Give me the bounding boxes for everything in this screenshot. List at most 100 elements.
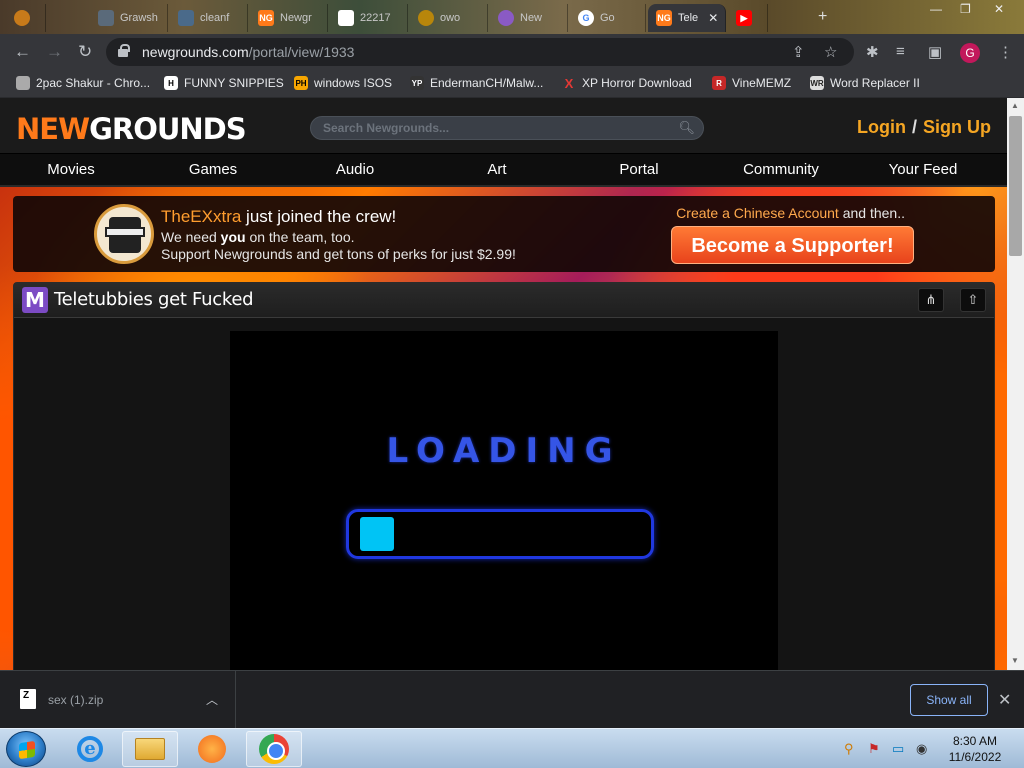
scroll-thumb[interactable] — [1009, 116, 1022, 256]
profile-avatar[interactable]: G — [960, 43, 980, 63]
search-tray-icon[interactable]: ⚲ — [844, 741, 854, 757]
loading-text: LOADING — [386, 431, 622, 471]
tab-5[interactable]: owo — [410, 4, 488, 32]
tab-0[interactable] — [6, 4, 46, 32]
scroll-up-icon[interactable]: ▲ — [1011, 101, 1019, 110]
tab-label: owo — [440, 12, 461, 24]
upload-icon[interactable]: ⇧ — [960, 288, 986, 312]
tab-label: Grawsh — [120, 12, 158, 24]
url-text: newgrounds.com/portal/view/1933 — [142, 44, 355, 60]
loading-progress-fill — [360, 517, 394, 551]
create-account-link[interactable]: Create a Chinese Account — [676, 205, 839, 221]
bookmark-item[interactable]: 2pac Shakur - Chro... — [16, 76, 150, 90]
close-window-icon[interactable]: ✕ — [994, 2, 1004, 16]
tab-2[interactable]: cleanf — [170, 4, 248, 32]
lock-icon — [118, 44, 130, 57]
new-tab-icon[interactable]: + — [818, 8, 827, 26]
bookmark-item[interactable]: YP EndermanCH/Malw... — [410, 76, 543, 90]
bookmark-item[interactable]: X XP Horror Download — [562, 76, 692, 91]
tab-7[interactable]: G Go — [570, 4, 646, 32]
bookmark-item[interactable]: WR Word Replacer II — [810, 76, 920, 90]
promo-username[interactable]: TheEXxtra — [161, 207, 241, 226]
login-link[interactable]: Login — [857, 117, 906, 138]
h-icon: H — [164, 76, 178, 90]
promo-line-1: We need you on the team, too. — [161, 229, 355, 245]
bookmark-item[interactable]: H FUNNY SNIPPIES — [164, 76, 284, 90]
share-icon[interactable]: ⋔ — [918, 288, 944, 312]
nav-movies[interactable]: Movies — [0, 154, 142, 185]
tab-label: cleanf — [200, 12, 230, 24]
system-clock[interactable]: 8:30 AM 11/6/2022 — [940, 733, 1010, 765]
tab-9[interactable]: ▶ — [728, 4, 768, 32]
signup-link[interactable]: Sign Up — [923, 117, 991, 138]
flag-tray-icon[interactable]: ⚑ — [868, 741, 880, 757]
show-all-button[interactable]: Show all — [910, 684, 988, 716]
youtube-icon: ▶ — [736, 10, 752, 26]
search-icon[interactable]: 🔍︎ — [678, 120, 695, 136]
taskbar-chrome[interactable] — [246, 731, 302, 767]
tab-1[interactable]: Grawsh — [90, 4, 168, 32]
folder-icon — [135, 738, 165, 760]
minimize-icon[interactable]: — — [930, 2, 942, 16]
clock-time: 8:30 AM — [952, 734, 998, 748]
taskbar-internet-explorer[interactable]: e — [62, 731, 118, 767]
back-icon[interactable]: ← — [14, 42, 31, 62]
chrome-profile-icon — [14, 10, 30, 26]
reading-list-icon[interactable]: ≡ — [896, 43, 905, 60]
network-tray-icon[interactable]: ▭ — [892, 741, 904, 757]
close-icon[interactable]: ✕ — [998, 690, 1011, 710]
taskbar-uc-browser[interactable] — [184, 731, 240, 767]
bookmark-label: windows ISOS — [314, 76, 393, 90]
site-search-input[interactable]: Search Newgrounds... 🔍︎ — [310, 116, 704, 140]
nav-audio[interactable]: Audio — [284, 154, 426, 185]
nav-art[interactable]: Art — [426, 154, 568, 185]
nav-games[interactable]: Games — [142, 154, 284, 185]
side-panel-icon[interactable]: ▣ — [928, 43, 942, 61]
tab-6[interactable]: New — [490, 4, 568, 32]
reload-icon[interactable]: ↻ — [78, 42, 92, 62]
volume-tray-icon[interactable]: ◉ — [916, 741, 927, 757]
chrome-icon — [259, 734, 289, 764]
chevron-up-icon[interactable]: ︿ — [206, 691, 218, 708]
nav-community[interactable]: Community — [710, 154, 852, 185]
newgrounds-logo[interactable]: NEWGROUNDS — [16, 112, 247, 146]
r-icon: R — [712, 76, 726, 90]
google-icon: G — [578, 10, 594, 26]
page-scrollbar[interactable]: ▲ ▼ — [1007, 98, 1024, 670]
taskbar-file-explorer[interactable] — [122, 731, 178, 767]
close-tab-icon[interactable]: ✕ — [708, 11, 718, 25]
supporter-promo-banner: TheEXxtra just joined the crew! We need … — [13, 196, 995, 272]
extensions-icon[interactable]: ✱ — [866, 43, 879, 61]
become-supporter-button[interactable]: Become a Supporter! — [671, 226, 914, 264]
tab-label: Newgr — [280, 12, 312, 24]
movie-type-icon: M — [22, 287, 48, 313]
clock-date: 11/6/2022 — [948, 750, 1002, 764]
restore-icon[interactable]: ❐ — [960, 2, 971, 16]
forward-icon[interactable]: → — [46, 42, 63, 62]
start-button[interactable] — [6, 731, 46, 767]
download-item[interactable]: sex (1).zip ︿ — [0, 671, 236, 729]
user-avatar — [94, 204, 154, 264]
share-icon[interactable]: ⇪ — [792, 43, 805, 61]
tab-icon — [178, 10, 194, 26]
address-bar[interactable]: newgrounds.com/portal/view/1933 ⇪ ☆ — [106, 38, 854, 66]
auth-links: Login / Sign Up — [857, 117, 991, 138]
movie-player[interactable]: LOADING — [230, 331, 778, 670]
tab-4[interactable]: 22217 — [330, 4, 408, 32]
tab-strip: Grawsh cleanf NG Newgr 22217 owo New G G… — [0, 0, 1024, 34]
tab-label: Go — [600, 12, 615, 24]
bookmark-star-icon[interactable]: ☆ — [824, 43, 837, 61]
tab-3[interactable]: NG Newgr — [250, 4, 328, 32]
menu-icon[interactable]: ⋮ — [998, 43, 1013, 61]
wr-icon: WR — [810, 76, 824, 90]
tab-8-active[interactable]: NG Tele ✕ — [648, 4, 726, 32]
nav-your-feed[interactable]: Your Feed — [852, 154, 994, 185]
scroll-down-icon[interactable]: ▼ — [1011, 656, 1019, 665]
bookmark-label: EndermanCH/Malw... — [430, 76, 544, 90]
site-nav: Movies Games Audio Art Portal Community … — [0, 153, 1007, 187]
bookmark-item[interactable]: R VineMEMZ — [712, 76, 791, 90]
bookmark-item[interactable]: PH windows ISOS — [294, 76, 392, 90]
promo-line-2: Support Newgrounds and get tons of perks… — [161, 246, 516, 262]
nav-portal[interactable]: Portal — [568, 154, 710, 185]
movie-panel: M Teletubbies get Fucked ⋔ ⇧ LOADING — [13, 282, 995, 670]
